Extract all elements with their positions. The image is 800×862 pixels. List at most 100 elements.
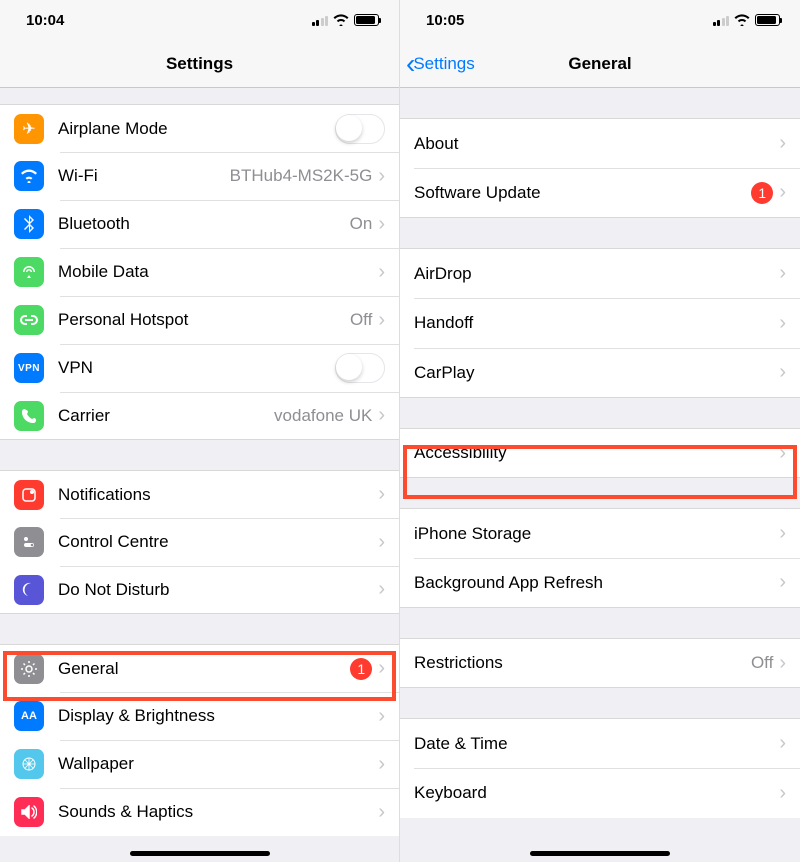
clock: 10:04 — [26, 12, 64, 29]
cellular-data-icon — [14, 257, 44, 287]
vpn-toggle[interactable] — [335, 353, 385, 383]
display-icon: AA — [14, 701, 44, 731]
row-wifi[interactable]: Wi-Fi BTHub4-MS2K-5G › — [0, 152, 399, 200]
sounds-icon — [14, 797, 44, 827]
row-vpn[interactable]: VPN VPN — [0, 344, 399, 392]
page-title: Settings — [166, 54, 233, 74]
status-icons — [312, 14, 380, 26]
row-iphone-storage[interactable]: iPhone Storage › — [400, 508, 800, 558]
nav-bar: Settings — [0, 40, 399, 88]
row-carplay[interactable]: CarPlay › — [400, 348, 800, 398]
row-software-update[interactable]: Software Update 1 › — [400, 168, 800, 218]
carrier-icon — [14, 401, 44, 431]
row-wallpaper[interactable]: Wallpaper › — [0, 740, 399, 788]
row-mobile-data[interactable]: Mobile Data › — [0, 248, 399, 296]
chevron-right-icon: › — [779, 571, 786, 594]
bluetooth-icon — [14, 209, 44, 239]
row-label: Personal Hotspot — [58, 310, 350, 330]
row-label: Bluetooth — [58, 214, 350, 234]
row-label: Carrier — [58, 406, 274, 426]
row-label: Airplane Mode — [58, 119, 335, 139]
cellular-icon — [312, 15, 329, 26]
row-label: Mobile Data — [58, 262, 378, 282]
chevron-right-icon: › — [779, 262, 786, 285]
chevron-right-icon: › — [779, 732, 786, 755]
chevron-right-icon: › — [378, 261, 385, 284]
row-sounds-haptics[interactable]: Sounds & Haptics › — [0, 788, 399, 836]
chevron-right-icon: › — [378, 753, 385, 776]
row-label: Wallpaper — [58, 754, 378, 774]
row-accessibility[interactable]: Accessibility › — [400, 428, 800, 478]
wifi-settings-icon — [14, 161, 44, 191]
software-update-badge: 1 — [751, 182, 773, 204]
chevron-right-icon: › — [779, 181, 786, 204]
chevron-right-icon: › — [378, 213, 385, 236]
back-label: Settings — [413, 54, 474, 74]
nav-bar: ‹ Settings General — [400, 40, 800, 88]
row-notifications[interactable]: Notifications › — [0, 470, 399, 518]
control-centre-icon — [14, 527, 44, 557]
row-handoff[interactable]: Handoff › — [400, 298, 800, 348]
row-label: CarPlay — [414, 363, 779, 383]
chevron-right-icon: › — [779, 522, 786, 545]
row-label: VPN — [58, 358, 335, 378]
notifications-icon — [14, 480, 44, 510]
row-value: Off — [751, 653, 773, 673]
row-personal-hotspot[interactable]: Personal Hotspot Off › — [0, 296, 399, 344]
wallpaper-icon — [14, 749, 44, 779]
settings-screen: 10:04 Settings ✈ Airplane Mode Wi-Fi BTH… — [0, 0, 400, 862]
home-indicator[interactable] — [130, 851, 270, 856]
row-restrictions[interactable]: Restrictions Off › — [400, 638, 800, 688]
row-label: Restrictions — [414, 653, 751, 673]
chevron-right-icon: › — [779, 361, 786, 384]
row-about[interactable]: About › — [400, 118, 800, 168]
page-title: General — [568, 54, 631, 74]
wifi-icon — [333, 14, 349, 26]
chevron-right-icon: › — [779, 132, 786, 155]
row-label: Background App Refresh — [414, 573, 779, 593]
chevron-right-icon: › — [378, 165, 385, 188]
vpn-icon: VPN — [14, 353, 44, 383]
row-label: Display & Brightness — [58, 706, 378, 726]
chevron-right-icon: › — [378, 657, 385, 680]
row-label: Keyboard — [414, 783, 779, 803]
general-icon — [14, 654, 44, 684]
battery-icon — [354, 14, 379, 26]
chevron-right-icon: › — [779, 782, 786, 805]
row-label: Control Centre — [58, 532, 378, 552]
row-label: Handoff — [414, 313, 779, 333]
airplane-toggle[interactable] — [335, 114, 385, 144]
row-carrier[interactable]: Carrier vodafone UK › — [0, 392, 399, 440]
home-indicator[interactable] — [530, 851, 670, 856]
row-do-not-disturb[interactable]: Do Not Disturb › — [0, 566, 399, 614]
chevron-right-icon: › — [378, 801, 385, 824]
row-date-time[interactable]: Date & Time › — [400, 718, 800, 768]
row-label: Accessibility — [414, 443, 779, 463]
chevron-right-icon: › — [378, 531, 385, 554]
back-button[interactable]: ‹ Settings — [406, 50, 475, 78]
row-label: About — [414, 134, 779, 154]
chevron-right-icon: › — [378, 578, 385, 601]
row-background-app-refresh[interactable]: Background App Refresh › — [400, 558, 800, 608]
chevron-right-icon: › — [779, 442, 786, 465]
row-value: BTHub4-MS2K-5G — [230, 166, 373, 186]
row-airdrop[interactable]: AirDrop › — [400, 248, 800, 298]
row-airplane-mode[interactable]: ✈ Airplane Mode — [0, 104, 399, 152]
row-label: General — [58, 659, 350, 679]
row-label: Notifications — [58, 485, 378, 505]
row-value: Off — [350, 310, 372, 330]
battery-icon — [755, 14, 780, 26]
general-badge: 1 — [350, 658, 372, 680]
status-icons — [713, 14, 781, 26]
chevron-right-icon: › — [779, 652, 786, 675]
chevron-right-icon: › — [378, 404, 385, 427]
row-keyboard[interactable]: Keyboard › — [400, 768, 800, 818]
chevron-right-icon: › — [378, 309, 385, 332]
row-display-brightness[interactable]: AA Display & Brightness › — [0, 692, 399, 740]
row-control-centre[interactable]: Control Centre › — [0, 518, 399, 566]
dnd-icon — [14, 575, 44, 605]
row-label: Software Update — [414, 183, 751, 203]
row-bluetooth[interactable]: Bluetooth On › — [0, 200, 399, 248]
row-general[interactable]: General 1 › — [0, 644, 399, 692]
status-bar: 10:05 — [400, 0, 800, 40]
